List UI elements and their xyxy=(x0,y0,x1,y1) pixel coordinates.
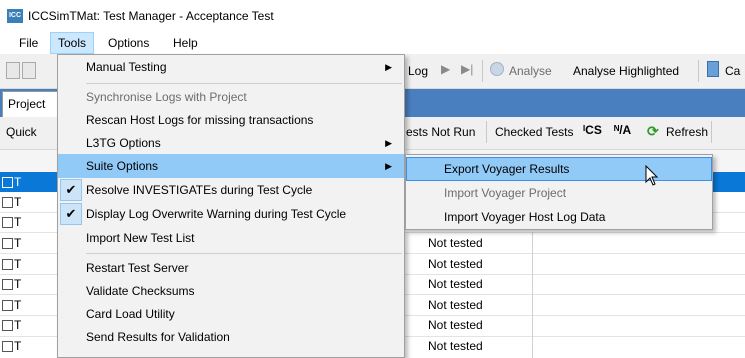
menu-tools[interactable]: Tools xyxy=(50,32,95,54)
ca-button[interactable]: Ca xyxy=(725,64,740,78)
menu-item-label: Export Voyager Results xyxy=(444,162,570,176)
menu-separator xyxy=(86,253,402,254)
submenu-arrow-icon: ▶ xyxy=(385,138,392,148)
row-label: T xyxy=(14,175,22,189)
row-label: T xyxy=(14,298,22,312)
toolbar-separator xyxy=(482,60,483,82)
row-checkbox[interactable] xyxy=(2,238,13,249)
window-title: ICCSimTMat: Test Manager - Acceptance Te… xyxy=(28,9,274,23)
menu-item-restart-test-server[interactable]: Restart Test Server xyxy=(58,256,404,280)
menu-separator xyxy=(86,83,402,84)
status-cell: Not tested xyxy=(428,298,483,312)
row-label: T xyxy=(14,236,22,250)
row-checkbox[interactable] xyxy=(2,341,13,352)
row-checkbox[interactable] xyxy=(2,300,13,311)
row-label: T xyxy=(14,195,22,209)
submenu-item-import-voyager-project[interactable]: Import Voyager Project xyxy=(406,181,712,205)
menu-file[interactable]: File xyxy=(12,32,45,54)
menu-item-label: L3TG Options xyxy=(86,136,161,150)
new-document-icon[interactable] xyxy=(6,62,20,79)
checkmark-icon: ✔ xyxy=(60,179,82,201)
menu-item-label: Suite Options xyxy=(86,159,159,173)
submenu-arrow-icon: ▶ xyxy=(385,161,392,171)
status-cell: Not tested xyxy=(428,339,483,353)
column-divider xyxy=(532,232,533,358)
analyse-gear-icon xyxy=(490,62,504,76)
menu-item-card-load-utility[interactable]: Card Load Utility xyxy=(58,302,404,326)
report-icon xyxy=(707,61,719,77)
menu-item-label: Manual Testing xyxy=(86,60,167,74)
status-cell: Not tested xyxy=(428,318,483,332)
row-checkbox[interactable] xyxy=(2,320,13,331)
row-label: T xyxy=(14,277,22,291)
menu-item-manual-testing[interactable]: Manual Testing ▶ xyxy=(58,55,404,79)
row-checkbox[interactable] xyxy=(2,259,13,270)
menu-item-label: Import Voyager Host Log Data xyxy=(444,210,606,224)
panel-separator xyxy=(486,121,487,143)
ics-icon[interactable]: ᴵCS xyxy=(583,123,602,137)
menu-item-label: Card Load Utility xyxy=(86,307,175,321)
menu-item-label: Import Voyager Project xyxy=(444,186,567,200)
row-label: T xyxy=(14,318,22,332)
menu-item-synchronise-logs[interactable]: Synchronise Logs with Project xyxy=(58,85,404,109)
na-icon[interactable]: ᴺ/A xyxy=(614,123,631,137)
refresh-icon[interactable]: ⟳ xyxy=(647,123,659,140)
status-cell: Not tested xyxy=(428,277,483,291)
row-checkbox[interactable] xyxy=(2,279,13,290)
submenu-item-import-voyager-host-log[interactable]: Import Voyager Host Log Data xyxy=(406,205,712,229)
menu-item-rescan-host-logs[interactable]: Rescan Host Logs for missing transaction… xyxy=(58,108,404,132)
menu-item-label: Send Results for Validation xyxy=(86,330,230,344)
analyse-button[interactable]: Analyse xyxy=(509,64,552,78)
menu-item-import-new-test-list[interactable]: Import New Test List xyxy=(58,226,404,250)
menu-item-label: Restart Test Server xyxy=(86,261,189,275)
menu-item-suite-options[interactable]: Suite Options ▶ xyxy=(58,154,404,178)
open-document-icon[interactable] xyxy=(22,62,36,79)
menu-item-resolve-investigates[interactable]: ✔ Resolve INVESTIGATEs during Test Cycle xyxy=(58,178,404,202)
menu-item-validate-checksums[interactable]: Validate Checksums xyxy=(58,279,404,303)
panel-separator xyxy=(711,121,712,143)
menu-item-l3tg-options[interactable]: L3TG Options ▶ xyxy=(58,131,404,155)
submenu-item-export-voyager-results[interactable]: Export Voyager Results xyxy=(406,157,712,181)
step-icon[interactable]: ▶| xyxy=(461,62,473,76)
toolbar-separator xyxy=(698,60,699,82)
refresh-button[interactable]: Refresh xyxy=(666,125,708,139)
row-checkbox[interactable] xyxy=(2,197,13,208)
status-cell: Not tested xyxy=(428,257,483,271)
status-cell: Not tested xyxy=(428,236,483,250)
row-label: T xyxy=(14,257,22,271)
mouse-pointer-icon xyxy=(645,165,659,186)
menu-help[interactable]: Help xyxy=(166,32,205,54)
row-label: T xyxy=(14,215,22,229)
tests-not-run-button[interactable]: ests Not Run xyxy=(406,125,475,139)
row-checkbox[interactable] xyxy=(2,217,13,228)
quick-button[interactable]: Quick xyxy=(6,125,37,139)
submenu-arrow-icon: ▶ xyxy=(385,62,392,72)
row-checkbox[interactable] xyxy=(2,177,13,188)
menu-item-send-results[interactable]: Send Results for Validation xyxy=(58,325,404,349)
analyse-highlighted-button[interactable]: Analyse Highlighted xyxy=(573,64,679,78)
log-button[interactable]: Log xyxy=(408,64,428,78)
menu-options[interactable]: Options xyxy=(101,32,156,54)
menu-item-display-log-overwrite[interactable]: ✔ Display Log Overwrite Warning during T… xyxy=(58,202,404,226)
menu-item-label: Import New Test List xyxy=(86,231,195,245)
play-icon[interactable]: ▶ xyxy=(441,62,450,76)
menu-item-label: Resolve INVESTIGATEs during Test Cycle xyxy=(86,183,313,197)
menu-item-label: Display Log Overwrite Warning during Tes… xyxy=(86,207,347,221)
row-label: T xyxy=(14,339,22,353)
menu-item-label: Validate Checksums xyxy=(86,284,195,298)
checked-tests-button[interactable]: Checked Tests xyxy=(495,125,574,139)
menu-item-label: Synchronise Logs with Project xyxy=(86,90,247,104)
checkmark-icon: ✔ xyxy=(60,203,82,225)
menu-item-label: Rescan Host Logs for missing transaction… xyxy=(86,113,314,127)
app-icon: ICC xyxy=(7,9,23,23)
